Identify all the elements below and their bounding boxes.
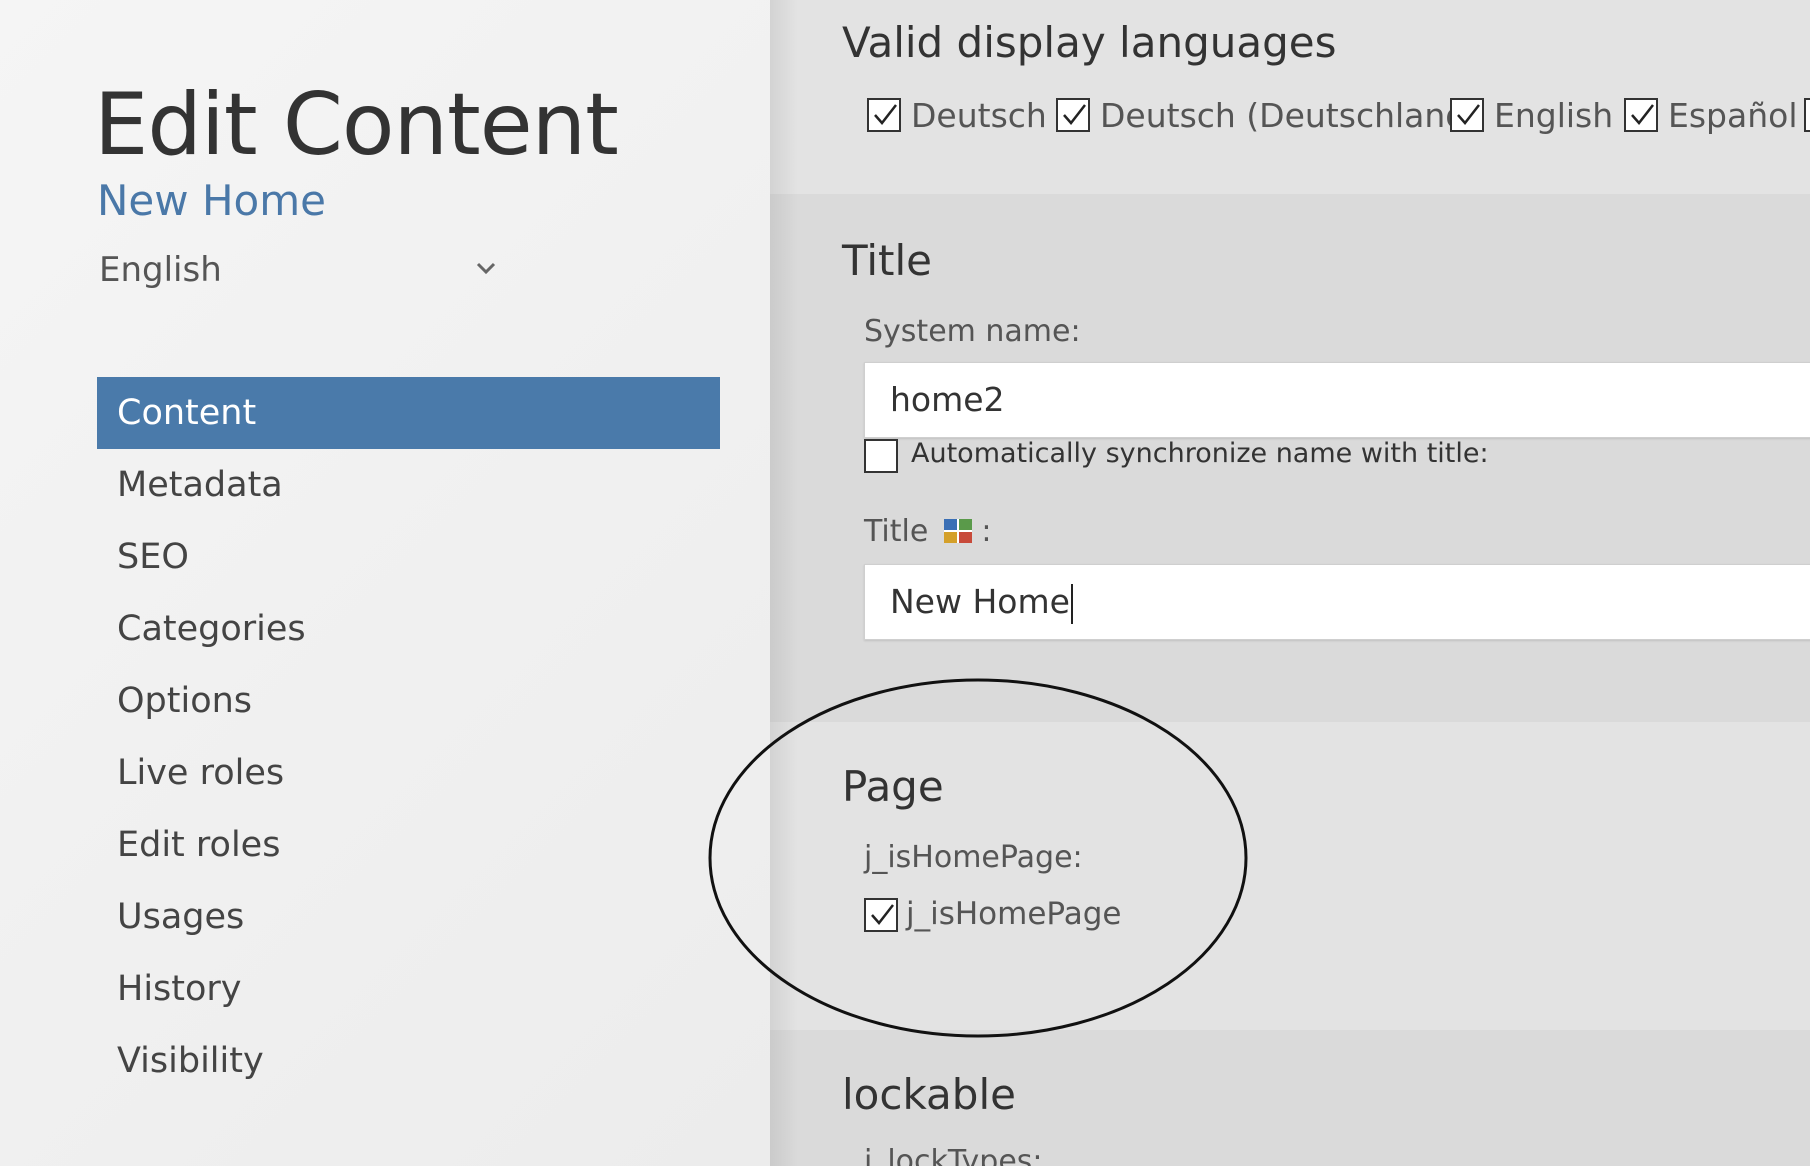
text-caret [1070, 583, 1073, 624]
nav-item-seo[interactable]: SEO [97, 521, 720, 593]
lang-checkbox[interactable] [1450, 98, 1484, 132]
page-section: Page j_isHomePage: j_isHomePage [770, 722, 1810, 1030]
lang-checkbox[interactable] [1056, 98, 1090, 132]
system-name-input[interactable]: home2 [864, 362, 1810, 438]
lockable-section: lockable j_lockTypes: [770, 1030, 1810, 1166]
lang-option-label: Deutsch [911, 96, 1047, 135]
is-home-page-checkbox-label: j_isHomePage [906, 896, 1122, 932]
checkmark-icon [1457, 104, 1480, 125]
title-heading: Title [842, 236, 933, 285]
lock-types-label: j_lockTypes: [864, 1144, 1043, 1166]
nav-item-visibility[interactable]: Visibility [97, 1025, 720, 1097]
checkmark-icon [874, 104, 897, 125]
language-select[interactable]: English [99, 250, 499, 300]
checkmark-icon [871, 904, 894, 925]
lang-checkbox[interactable] [867, 98, 901, 132]
sync-name-label: Automatically synchronize name with titl… [911, 438, 1489, 469]
nav-item-history[interactable]: History [97, 953, 720, 1025]
main-panel: Valid display languages Deutsch Deutsch … [770, 0, 1810, 1166]
lang-option-label: English [1494, 96, 1614, 135]
nav-item-edit-roles[interactable]: Edit roles [97, 809, 720, 881]
nav-item-options[interactable]: Options [97, 665, 720, 737]
title-value: New Home [890, 582, 1070, 621]
lang-option-label: Español [1668, 96, 1798, 135]
checkmark-icon [1631, 104, 1654, 125]
title-label: Title : [864, 514, 992, 549]
page-title: Edit Content [94, 75, 619, 175]
sync-name-checkbox[interactable] [864, 439, 898, 473]
lang-checkbox[interactable] [1624, 98, 1658, 132]
language-flag-icon [943, 516, 972, 543]
nav-item-categories[interactable]: Categories [97, 593, 720, 665]
languages-heading: Valid display languages [842, 18, 1337, 67]
title-label-suffix: : [981, 514, 992, 549]
nav-item-live-roles[interactable]: Live roles [97, 737, 720, 809]
nav-item-usages[interactable]: Usages [97, 881, 720, 953]
title-section: Title System name: home2 Automatically s… [770, 194, 1810, 722]
languages-section: Valid display languages Deutsch Deutsch … [770, 0, 1810, 194]
language-select-value: English [99, 250, 222, 290]
is-home-page-checkbox[interactable] [864, 898, 898, 932]
nav-item-metadata[interactable]: Metadata [97, 449, 720, 521]
nav-item-content[interactable]: Content [97, 377, 720, 449]
page-heading: Page [842, 762, 944, 811]
title-label-text: Title [864, 514, 929, 549]
is-home-page-label: j_isHomePage: [864, 840, 1083, 875]
system-name-value: home2 [890, 380, 1005, 419]
sidebar-nav: Content Metadata SEO Categories Options … [97, 377, 720, 1097]
sidebar: Edit Content New Home English Content Me… [0, 0, 770, 1166]
lang-option-label: Deutsch (Deutschland) [1100, 96, 1480, 135]
chevron-down-icon [471, 252, 501, 282]
title-input[interactable]: New Home [864, 564, 1810, 640]
lang-checkbox-partial[interactable] [1804, 98, 1810, 132]
system-name-label: System name: [864, 314, 1081, 349]
checkmark-icon [1063, 104, 1086, 125]
content-name: New Home [97, 176, 326, 225]
lockable-heading: lockable [842, 1070, 1016, 1119]
